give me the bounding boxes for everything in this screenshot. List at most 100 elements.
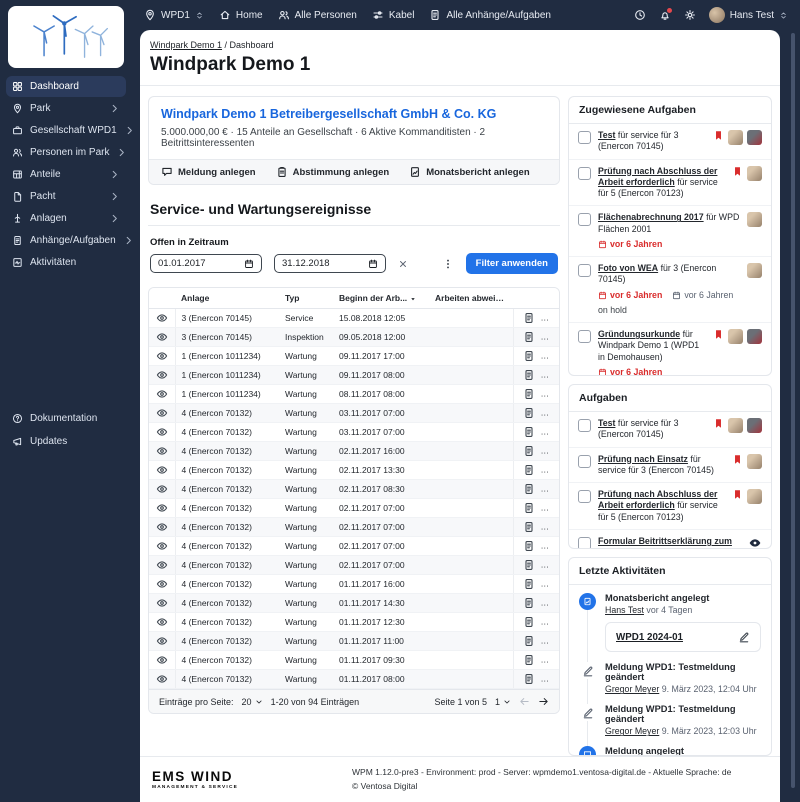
event-row[interactable]: 4 (Enercon 70132) Wartung 01.11.2017 11:00 — [149, 631, 559, 651]
next-page-button[interactable] — [538, 696, 549, 707]
event-row[interactable]: 4 (Enercon 70132) Wartung 01.11.2017 14:30 — [149, 593, 559, 613]
task-title-link[interactable]: Prüfung nach Einsatz — [598, 454, 688, 464]
previous-page-button[interactable] — [519, 696, 530, 707]
event-row[interactable]: 1 (Enercon 1011234) Wartung 09.11.2017 17:… — [149, 346, 559, 366]
view-event-button[interactable] — [156, 635, 168, 647]
attachments-button[interactable] — [523, 369, 535, 381]
event-row[interactable]: 1 (Enercon 1011234) Wartung 09.11.2017 08:… — [149, 365, 559, 385]
attachments-button[interactable] — [523, 616, 535, 628]
attachments-button[interactable] — [523, 521, 535, 533]
view-event-button[interactable] — [156, 597, 168, 609]
sidebar-item-shares[interactable]: Anteile — [6, 164, 126, 185]
view-event-button[interactable] — [156, 350, 168, 362]
view-event-button[interactable] — [156, 673, 168, 685]
view-event-button[interactable] — [156, 559, 168, 571]
user-menu[interactable]: Hans Test — [708, 7, 788, 23]
attachments-button[interactable] — [523, 540, 535, 552]
activity-linked-item[interactable]: WPD1 2024-01 — [605, 622, 761, 653]
event-row[interactable]: 1 (Enercon 1011234) Wartung 08.11.2017 08:… — [149, 384, 559, 404]
sidebar-item-briefcase[interactable]: Gesellschaft WPD1 — [6, 120, 126, 141]
header-beginn[interactable]: Beginn der Arb... — [333, 288, 429, 309]
view-event-button[interactable] — [156, 426, 168, 438]
topbar-item-clip[interactable]: Alle Anhänge/Aufgaben — [429, 9, 551, 21]
header-typ[interactable]: Typ — [279, 288, 333, 309]
event-row[interactable]: 4 (Enercon 70132) Wartung 03.11.2017 07:00 — [149, 403, 559, 423]
action-bubble-button[interactable]: Meldung anlegen — [161, 166, 256, 178]
view-event-button[interactable] — [156, 445, 168, 457]
event-row[interactable]: 4 (Enercon 70132) Wartung 01.11.2017 12:30 — [149, 612, 559, 632]
topbar-item-home[interactable]: Home — [219, 9, 263, 21]
more-options-button[interactable] — [442, 258, 454, 270]
task-checkbox[interactable] — [578, 131, 591, 144]
attachments-button[interactable] — [523, 635, 535, 647]
action-clipboard-button[interactable]: Abstimmung anlegen — [276, 166, 389, 178]
view-event-button[interactable] — [156, 654, 168, 666]
per-page-select[interactable]: 20 — [242, 697, 263, 707]
page-select[interactable]: 1 — [495, 697, 511, 707]
view-event-button[interactable] — [156, 407, 168, 419]
view-event-button[interactable] — [156, 331, 168, 343]
date-from-input[interactable]: 01.01.2017 — [150, 254, 262, 273]
header-arbeiten[interactable]: Arbeiten abweichend abgeschl... — [429, 288, 513, 309]
attachments-button[interactable] — [523, 445, 535, 457]
attachments-button[interactable] — [523, 597, 535, 609]
attachments-button[interactable] — [523, 312, 535, 324]
event-row[interactable]: 4 (Enercon 70132) Wartung 02.11.2017 07:00 — [149, 498, 559, 518]
attachments-button[interactable] — [523, 578, 535, 590]
page-scrollbar[interactable] — [791, 33, 795, 788]
attachments-button[interactable] — [523, 331, 535, 343]
notifications-button[interactable] — [659, 7, 673, 21]
view-event-button[interactable] — [156, 312, 168, 324]
event-row[interactable]: 4 (Enercon 70132) Wartung 02.11.2017 13:30 — [149, 460, 559, 480]
attachments-button[interactable] — [523, 388, 535, 400]
event-row[interactable]: 3 (Enercon 70145) Inspektion 09.05.2018 12… — [149, 327, 559, 347]
view-event-button[interactable] — [156, 502, 168, 514]
header-anlage[interactable]: Anlage — [175, 288, 279, 309]
activity-user-link[interactable]: Gregor Meyer — [605, 726, 659, 736]
attachments-button[interactable] — [523, 407, 535, 419]
gear-icon[interactable] — [684, 9, 696, 21]
event-row[interactable]: 4 (Enercon 70132) Wartung 02.11.2017 16:00 — [149, 441, 559, 461]
view-event-button[interactable] — [156, 540, 168, 552]
sidebar-item-help[interactable]: Dokumentation — [6, 408, 126, 429]
event-row[interactable]: 4 (Enercon 70132) Wartung 02.11.2017 07:00 — [149, 555, 559, 575]
activity-user-link[interactable]: Gregor Meyer — [605, 684, 659, 694]
task-checkbox[interactable] — [578, 213, 591, 227]
edit-button[interactable] — [738, 631, 750, 643]
company-logo[interactable] — [8, 6, 124, 68]
sidebar-item-pin[interactable]: Park — [6, 98, 126, 119]
topbar-item-users[interactable]: Alle Personen — [278, 9, 357, 21]
view-event-button[interactable] — [156, 369, 168, 381]
sidebar-item-activity[interactable]: Aktivitäten — [6, 252, 126, 273]
task-checkbox[interactable] — [578, 454, 591, 468]
sidebar-item-grid[interactable]: Dashboard — [6, 76, 126, 97]
task-checkbox[interactable] — [578, 166, 591, 180]
attachments-button[interactable] — [523, 654, 535, 666]
sidebar-item-clip[interactable]: Anhänge/Aufgaben — [6, 230, 126, 251]
attachments-button[interactable] — [523, 502, 535, 514]
task-checkbox[interactable] — [578, 264, 591, 277]
view-event-button[interactable] — [156, 483, 168, 495]
activity-item-link[interactable]: WPD1 2024-01 — [616, 632, 683, 643]
sidebar-item-mega[interactable]: Updates — [6, 431, 126, 452]
activity-user-link[interactable]: Hans Test — [605, 605, 644, 615]
park-selector[interactable]: WPD1 — [144, 9, 204, 21]
view-event-button[interactable] — [156, 616, 168, 628]
task-title-link[interactable]: Foto von WEA — [598, 263, 658, 273]
view-event-button[interactable] — [156, 388, 168, 400]
task-checkbox[interactable] — [578, 330, 591, 343]
topbar-item-sliders[interactable]: Kabel — [372, 9, 414, 21]
sidebar-item-users[interactable]: Personen im Park — [6, 142, 126, 163]
view-event-button[interactable] — [156, 464, 168, 476]
event-row[interactable]: 4 (Enercon 70132) Wartung 02.11.2017 08:30 — [149, 479, 559, 499]
task-checkbox[interactable] — [578, 536, 591, 549]
apply-filter-button[interactable]: Filter anwenden — [465, 253, 558, 274]
attachments-button[interactable] — [523, 673, 535, 685]
attachments-button[interactable] — [523, 350, 535, 362]
event-row[interactable]: 4 (Enercon 70132) Wartung 02.11.2017 07:00 — [149, 517, 559, 537]
sidebar-item-turbine[interactable]: Anlagen — [6, 208, 126, 229]
company-title-link[interactable]: Windpark Demo 1 Betreibergesellschaft Gm… — [161, 107, 547, 121]
sidebar-item-doc[interactable]: Pacht — [6, 186, 126, 207]
breadcrumb-park-link[interactable]: Windpark Demo 1 — [150, 40, 222, 50]
date-to-input[interactable]: 31.12.2018 — [274, 254, 386, 273]
